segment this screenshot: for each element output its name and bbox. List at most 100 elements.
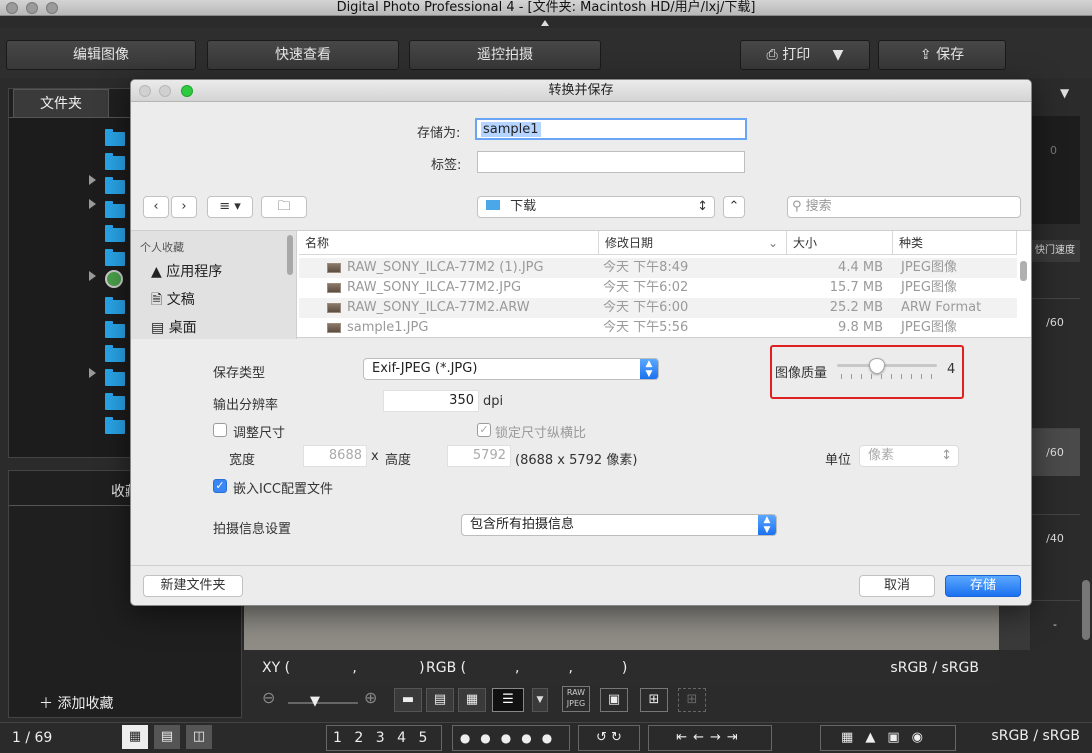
- tags-input[interactable]: [477, 151, 745, 173]
- height-input[interactable]: 5792: [447, 445, 511, 467]
- file-row[interactable]: RAW_SONY_ILCA-77M2.ARW 今天 下午6:00 25.2 MB…: [299, 298, 1017, 318]
- expand-arrow-icon[interactable]: [89, 199, 96, 209]
- folder-icon[interactable]: [105, 201, 125, 218]
- sidebar-scrollbar[interactable]: [287, 235, 293, 275]
- network-icon[interactable]: [105, 270, 123, 288]
- add-favorite-button[interactable]: ＋ 添加收藏: [39, 693, 113, 713]
- view-list-icon[interactable]: ☰: [492, 688, 524, 712]
- dot-rating-icon[interactable]: ●●●●●: [452, 725, 570, 751]
- column-header-size[interactable]: 大小: [787, 231, 893, 255]
- column-header-name[interactable]: 名称: [299, 231, 599, 255]
- quick-view-button[interactable]: 快速查看: [207, 40, 399, 70]
- forward-button[interactable]: ›: [171, 196, 197, 218]
- close-window-button[interactable]: [6, 2, 18, 14]
- slider-thumb-icon[interactable]: ▼: [310, 694, 320, 709]
- folder-icon[interactable]: [105, 297, 125, 314]
- split-view-icon[interactable]: ◫: [186, 725, 212, 749]
- search-input[interactable]: ⚲ 搜索: [787, 196, 1021, 218]
- grid-view-icon[interactable]: ▦: [122, 725, 148, 749]
- resolution-input[interactable]: 350: [383, 390, 479, 412]
- folder-icon[interactable]: [105, 369, 125, 386]
- back-button[interactable]: ‹: [143, 196, 169, 218]
- filmstrip-view-icon[interactable]: ▤: [154, 725, 180, 749]
- navigation-icon[interactable]: ⇤←→⇥: [648, 725, 772, 751]
- column-header-modified[interactable]: 修改日期 ⌄: [599, 231, 787, 255]
- file-row[interactable]: sample1.JPG 今天 下午5:56 9.8 MB JPEG图像: [299, 318, 1017, 338]
- file-list-scrollbar[interactable]: [1020, 261, 1027, 281]
- column-header-shutter[interactable]: 快门速度: [1030, 240, 1080, 262]
- info-row[interactable]: /40: [1030, 514, 1080, 562]
- folder-icon[interactable]: [105, 225, 125, 242]
- quad-view-icon[interactable]: ⊞: [640, 688, 668, 712]
- raw-jpeg-icon[interactable]: RAW JPEG: [562, 686, 590, 712]
- folder-icon[interactable]: [105, 321, 125, 338]
- folder-icon[interactable]: [105, 129, 125, 146]
- folder-icon[interactable]: [105, 249, 125, 266]
- view-grid-icon[interactable]: ▦: [458, 688, 486, 712]
- cancel-button[interactable]: 取消: [859, 575, 935, 597]
- frame-icon[interactable]: ▣: [600, 688, 628, 712]
- collapse-toolbar-icon[interactable]: [541, 20, 549, 26]
- new-folder-icon-button[interactable]: 🗀: [261, 196, 307, 218]
- folder-icon[interactable]: [105, 177, 125, 194]
- folder-icon[interactable]: [105, 417, 125, 434]
- info-row[interactable]: -: [1030, 600, 1080, 648]
- rating-2[interactable]: 2: [354, 730, 363, 746]
- lock-ratio-checkbox[interactable]: ✓: [477, 423, 491, 437]
- width-input[interactable]: 8688: [303, 445, 367, 467]
- expand-arrow-icon[interactable]: [89, 368, 96, 378]
- info-row[interactable]: /60: [1030, 298, 1080, 346]
- zoom-window-button[interactable]: [46, 2, 58, 14]
- confirm-save-button[interactable]: 存储: [945, 575, 1021, 597]
- expand-arrow-icon[interactable]: [89, 271, 96, 281]
- unit-select[interactable]: 像素 ↕: [859, 445, 959, 467]
- folder-icon[interactable]: [105, 153, 125, 170]
- rotate-icon[interactable]: ↺ ↻: [578, 725, 640, 751]
- view-menu-icon[interactable]: ▼: [532, 688, 548, 712]
- save-as-input[interactable]: sample1: [475, 118, 747, 140]
- location-popup[interactable]: 下载 ↕: [477, 196, 715, 218]
- tools-icon[interactable]: ▦▲▣◉: [820, 725, 956, 751]
- print-button[interactable]: ⎙ 打印 ▼: [740, 40, 870, 70]
- panel-scrollbar[interactable]: [1082, 580, 1090, 640]
- dialog-minimize-button[interactable]: [159, 85, 171, 97]
- thumbnail-size-slider[interactable]: [288, 702, 358, 704]
- sidebar-item-applications[interactable]: ▲ 应用程序: [151, 261, 222, 281]
- dialog-close-button[interactable]: [139, 85, 151, 97]
- view-medium-icon[interactable]: ▤: [426, 688, 454, 712]
- dialog-zoom-button[interactable]: [181, 85, 193, 97]
- edit-image-button[interactable]: 编辑图像: [6, 40, 196, 70]
- folder-icon[interactable]: [105, 345, 125, 362]
- rating-4[interactable]: 4: [397, 730, 406, 746]
- file-name: RAW_SONY_ILCA-77M2 (1).JPG: [347, 260, 544, 275]
- quality-slider[interactable]: [837, 364, 937, 367]
- sidebar-item-documents[interactable]: 🗎 文稿: [151, 289, 195, 313]
- remote-shoot-button[interactable]: 遥控拍摄: [409, 40, 601, 70]
- zoom-in-icon[interactable]: ⊕: [364, 688, 377, 707]
- folder-icon[interactable]: [105, 393, 125, 410]
- save-type-select[interactable]: Exif-JPEG (*.JPG) ▲ ▼: [363, 358, 659, 380]
- resize-checkbox[interactable]: [213, 423, 227, 437]
- expand-button[interactable]: ⌃: [723, 196, 745, 218]
- column-header-kind[interactable]: 种类: [893, 231, 1017, 255]
- rating-5[interactable]: 5: [419, 730, 428, 746]
- minimize-window-button[interactable]: [26, 2, 38, 14]
- info-row-selected[interactable]: /60: [1030, 428, 1080, 476]
- rating-1[interactable]: 1: [333, 730, 342, 746]
- file-row[interactable]: RAW_SONY_ILCA-77M2 (1).JPG 今天 下午8:49 4.4…: [299, 258, 1017, 278]
- new-folder-button[interactable]: 新建文件夹: [143, 575, 243, 597]
- save-button[interactable]: ⇪ 保存: [878, 40, 1006, 70]
- view-options-button[interactable]: ≡ ▾: [207, 196, 253, 218]
- expand-arrow-icon[interactable]: [89, 175, 96, 185]
- rating-3[interactable]: 3: [376, 730, 385, 746]
- print-dropdown-icon[interactable]: ▼: [833, 47, 844, 63]
- tab-folders[interactable]: 文件夹: [13, 89, 109, 117]
- zoom-out-icon[interactable]: ⊖: [262, 688, 275, 707]
- file-row[interactable]: RAW_SONY_ILCA-77M2.JPG 今天 下午6:02 15.7 MB…: [299, 278, 1017, 298]
- compare-icon[interactable]: ⊞: [678, 688, 706, 712]
- view-large-icon[interactable]: ▬: [394, 688, 422, 712]
- shot-info-select[interactable]: 包含所有拍摄信息 ▲ ▼: [461, 514, 777, 536]
- panel-menu-icon[interactable]: ▼: [1060, 86, 1069, 100]
- embed-icc-checkbox[interactable]: ✓: [213, 479, 227, 493]
- sidebar-item-desktop[interactable]: ▤ 桌面: [151, 317, 197, 337]
